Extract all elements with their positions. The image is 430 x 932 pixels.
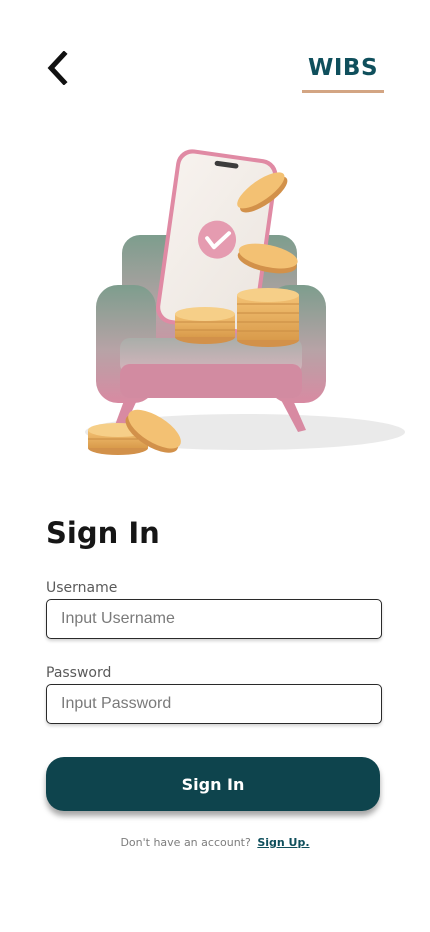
username-input[interactable] — [46, 599, 382, 639]
username-label: Username — [46, 580, 118, 596]
back-button[interactable] — [40, 48, 76, 88]
brand-logo: WIBS — [302, 52, 384, 93]
brand-text: WIBS — [307, 55, 379, 81]
signup-prompt: Don't have an account? Sign Up. — [0, 836, 430, 849]
hero-illustration — [85, 149, 405, 455]
sign-up-link[interactable]: Sign Up. — [257, 836, 309, 849]
sign-in-button[interactable]: Sign In — [46, 757, 380, 811]
page-title: Sign In — [46, 516, 160, 550]
brand-underline — [302, 90, 384, 93]
signup-prompt-text: Don't have an account? — [120, 836, 251, 849]
password-label: Password — [46, 665, 112, 681]
chevron-left-icon — [47, 51, 68, 85]
password-input[interactable] — [46, 684, 382, 724]
